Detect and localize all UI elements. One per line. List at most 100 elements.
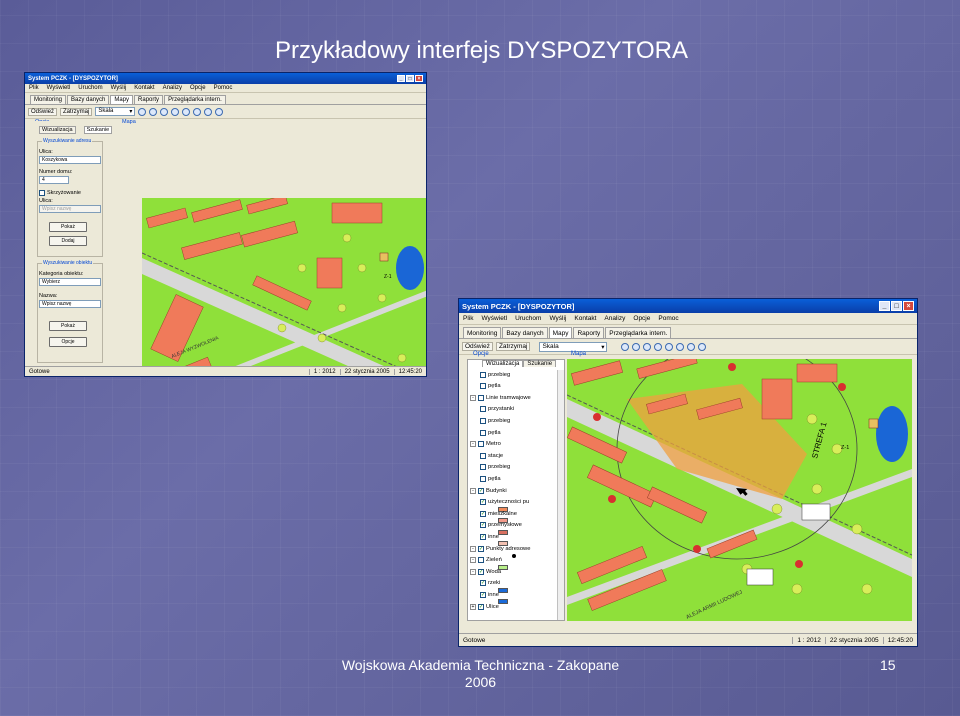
layer-scrollbar[interactable] — [557, 370, 564, 620]
stop-button[interactable]: Zatrzymaj — [60, 107, 93, 116]
object-options-button[interactable]: Opcje — [49, 337, 87, 347]
measure-icon[interactable] — [193, 107, 202, 116]
tab-raporty[interactable]: Raporty — [573, 327, 605, 338]
layers-icon[interactable] — [698, 342, 707, 351]
menu-item-uruchom[interactable]: Uruchom — [74, 84, 106, 92]
layer-checkbox[interactable]: ✓ — [480, 533, 486, 540]
menu-item-plik[interactable]: Plik — [459, 313, 477, 324]
tab-szukanie[interactable]: Szukanie — [83, 126, 113, 134]
layer-item[interactable]: - Metro — [470, 440, 501, 449]
refresh-button[interactable]: Odśwież — [28, 107, 58, 116]
pointer-icon[interactable] — [621, 342, 630, 351]
tab-szukanie[interactable]: Szukanie — [523, 360, 557, 367]
scale-select[interactable]: Skala ▾ — [95, 107, 136, 116]
zoom-out-icon[interactable] — [654, 342, 663, 351]
layer-checkbox[interactable]: ✓ — [480, 522, 486, 529]
layer-checkbox[interactable] — [478, 441, 484, 448]
menu-item-opcje[interactable]: Opcje — [629, 313, 654, 324]
house-number-input[interactable]: 4 — [39, 176, 69, 184]
stop-button[interactable]: Zatrzymaj — [495, 342, 531, 351]
menu-item-pomoc[interactable]: Pomoc — [210, 84, 237, 92]
tab-bazy-danych[interactable]: Bazy danych — [67, 95, 110, 104]
collapse-icon[interactable]: - — [470, 394, 476, 401]
scale-select[interactable]: Skala ▾ — [539, 341, 608, 352]
layer-checkbox[interactable] — [480, 475, 486, 482]
name-input[interactable]: Wpisz nazwę — [39, 300, 101, 308]
pan-icon[interactable] — [149, 107, 158, 116]
layer-checkbox[interactable]: ✓ — [480, 591, 486, 598]
layer-item[interactable]: ✓ przemysłowe — [480, 521, 522, 530]
zoom-in-icon[interactable] — [643, 342, 652, 351]
menu-item-wyswietl[interactable]: Wyświetl — [477, 313, 511, 324]
layer-item[interactable]: pętla — [480, 428, 501, 437]
layer-item[interactable]: pętla — [480, 474, 501, 483]
layer-item[interactable]: ✓ inne — [480, 590, 499, 599]
add-address-button[interactable]: Dodaj — [49, 236, 87, 246]
show-object-button[interactable]: Pokaż — [49, 321, 87, 331]
print-icon[interactable] — [687, 342, 696, 351]
layer-checkbox[interactable] — [480, 452, 486, 459]
layer-item[interactable]: ✓ mieszkalne — [480, 509, 517, 518]
layer-checkbox[interactable] — [480, 429, 486, 436]
collapse-icon[interactable]: - — [470, 487, 476, 494]
collapse-icon[interactable]: - — [470, 557, 476, 564]
tab-przegladarka[interactable]: Przeglądarka intern. — [164, 95, 226, 104]
menu-item-wyslij[interactable]: Wyślij — [545, 313, 570, 324]
menu-item-uruchom[interactable]: Uruchom — [511, 313, 545, 324]
expand-icon[interactable]: + — [470, 603, 476, 610]
tab-monitoring[interactable]: Monitoring — [30, 95, 67, 104]
show-address-button[interactable]: Pokaż — [49, 222, 87, 232]
layer-checkbox[interactable]: ✓ — [478, 568, 484, 575]
tab-przegladarka[interactable]: Przeglądarka intern. — [605, 327, 672, 338]
minimize-icon[interactable]: _ — [397, 75, 405, 82]
close-icon[interactable]: × — [415, 75, 423, 82]
tab-bazy-danych[interactable]: Bazy danych — [502, 327, 548, 338]
layer-item[interactable]: stacje — [480, 451, 503, 460]
collapse-icon[interactable]: - — [470, 441, 476, 448]
collapse-icon[interactable]: - — [470, 545, 476, 552]
tab-wizualizacja[interactable]: Wizualizacja — [39, 126, 76, 134]
layer-checkbox[interactable]: ✓ — [480, 510, 486, 517]
refresh-button[interactable]: Odśwież — [462, 342, 493, 351]
pan-icon[interactable] — [632, 342, 641, 351]
zoom-window-icon[interactable] — [665, 342, 674, 351]
layer-checkbox[interactable] — [480, 383, 486, 390]
measure-icon[interactable] — [676, 342, 685, 351]
collapse-icon[interactable]: - — [470, 568, 476, 575]
layer-item[interactable]: ✓ użyteczności pu — [480, 498, 529, 507]
menu-item-opcje[interactable]: Opcje — [186, 84, 210, 92]
layer-item[interactable]: + ✓ Ulice — [470, 602, 499, 611]
layer-item[interactable]: - ✓ Punkty adresowe — [470, 544, 530, 553]
layer-item[interactable]: przebieg — [480, 370, 510, 379]
layer-checkbox[interactable] — [480, 464, 486, 471]
layer-item[interactable]: - Linie tramwajowe — [470, 393, 531, 402]
menu-item-kontakt[interactable]: Kontakt — [130, 84, 158, 92]
layers-icon[interactable] — [215, 107, 224, 116]
layer-item[interactable]: przystanki — [480, 405, 514, 414]
crossing-checkbox[interactable] — [39, 190, 45, 196]
layer-checkbox[interactable]: ✓ — [480, 580, 486, 587]
layer-checkbox[interactable]: ✓ — [478, 487, 484, 494]
print-icon[interactable] — [204, 107, 213, 116]
layer-item[interactable]: pętla — [480, 382, 501, 391]
menu-item-pomoc[interactable]: Pomoc — [654, 313, 682, 324]
maximize-icon[interactable]: □ — [406, 75, 414, 82]
minimize-icon[interactable]: _ — [879, 301, 890, 311]
category-select[interactable]: Wybierz — [39, 278, 101, 286]
layer-item[interactable]: - Zieleń — [470, 556, 502, 565]
layer-item[interactable]: przebieg — [480, 416, 510, 425]
layer-checkbox[interactable] — [478, 394, 484, 401]
maximize-icon[interactable]: □ — [891, 301, 902, 311]
layer-checkbox[interactable]: ✓ — [478, 545, 484, 552]
layer-checkbox[interactable] — [480, 371, 486, 378]
menu-item-kontakt[interactable]: Kontakt — [570, 313, 600, 324]
zoom-in-icon[interactable] — [160, 107, 169, 116]
menu-item-wyslij[interactable]: Wyślij — [107, 84, 131, 92]
menu-item-analizy[interactable]: Analizy — [159, 84, 186, 92]
zoom-window-icon[interactable] — [182, 107, 191, 116]
tab-mapy[interactable]: Mapy — [548, 327, 573, 338]
tab-wizualizacja[interactable]: Wizualizacja — [482, 360, 524, 367]
layer-checkbox[interactable] — [478, 557, 484, 564]
layer-item[interactable]: - ✓ Budynki — [470, 486, 507, 495]
layer-checkbox[interactable]: ✓ — [480, 499, 486, 506]
